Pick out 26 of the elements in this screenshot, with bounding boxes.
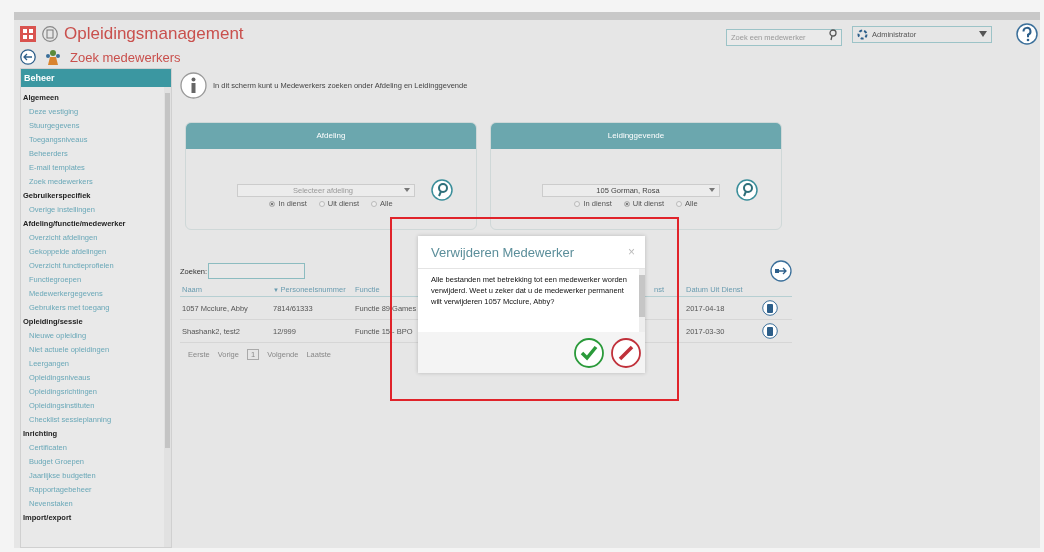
caret-icon xyxy=(709,188,715,192)
app-title: Opleidingsmanagement xyxy=(64,24,244,44)
people-icon xyxy=(44,49,62,65)
cancel-button[interactable] xyxy=(611,337,641,368)
scrollbar[interactable] xyxy=(164,87,171,547)
document-icon xyxy=(42,26,58,42)
search-button[interactable] xyxy=(431,179,453,201)
trash-icon[interactable] xyxy=(762,323,778,339)
role-icon xyxy=(857,28,868,40)
caret-icon xyxy=(979,31,987,37)
panel-header: Afdeling xyxy=(186,123,476,149)
confirm-button[interactable] xyxy=(574,337,604,368)
caret-icon xyxy=(404,188,410,192)
dialog-title: Verwijderen Medewerker xyxy=(431,244,575,260)
panel-header: Leidinggevende xyxy=(491,123,781,149)
search-input[interactable] xyxy=(208,263,306,279)
close-button[interactable]: × xyxy=(628,245,635,259)
page-title: Zoek medewerkers xyxy=(70,49,181,65)
search-button[interactable] xyxy=(736,179,758,201)
grid-icon[interactable] xyxy=(20,26,36,42)
sidebar-header: Beheer xyxy=(21,69,171,87)
help-icon[interactable] xyxy=(1016,23,1038,45)
trash-icon[interactable] xyxy=(762,300,778,316)
scrollbar[interactable] xyxy=(639,269,645,332)
search-icon[interactable] xyxy=(828,28,838,41)
info-icon xyxy=(180,71,207,99)
